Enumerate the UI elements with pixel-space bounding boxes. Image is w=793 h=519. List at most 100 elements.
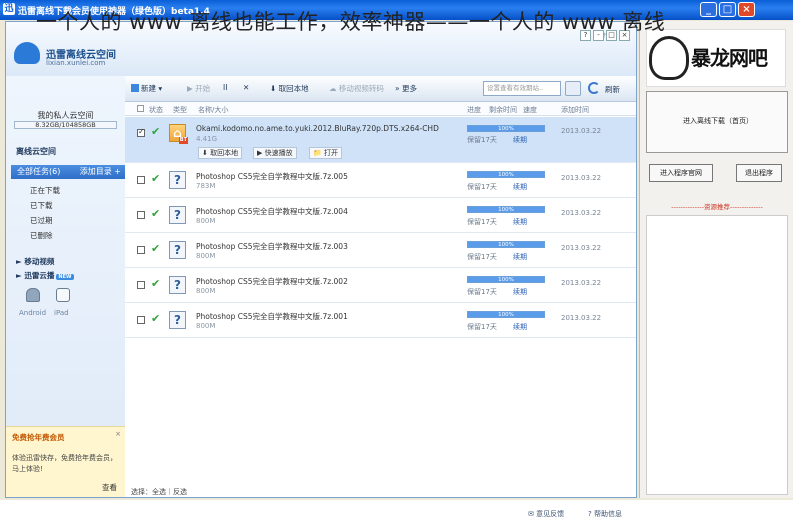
enter-offline-box[interactable]: 进入离线下载（首页） [646, 91, 788, 153]
task-row[interactable]: ✓ ✔ ⌂ BT Okami.kodomo.no.ame.to.yuki.2012… [125, 117, 636, 163]
feedback-link[interactable]: ✉ 意见反馈 [528, 509, 564, 519]
task-row[interactable]: ✔ ? Photoshop CS5完全自学教程中文版.7z.002 800M 1… [125, 268, 636, 303]
task-name[interactable]: Photoshop CS5完全自学教程中文版.7z.001 [196, 311, 348, 322]
task-size: 4.41G [196, 135, 218, 143]
toolbar: 新建 ▾ ▶ 开始 II ✕ ⬇ 取回本地 ☁ 移动视频转码 » 更多 设置查看… [125, 76, 636, 102]
official-site-button[interactable]: 进入程序官网 [649, 164, 713, 182]
app-window: 迅 迅雷离线下载会员使用神器（绿色版）beta1.4 _ □ × 一个人的 ww… [0, 0, 793, 518]
progress-bar: 100% [467, 276, 545, 283]
cafe-logo-text: 暴龙网吧 [691, 46, 768, 70]
start-button[interactable]: ▶ 开始 [187, 83, 210, 94]
renew-link[interactable]: 续期 [513, 287, 527, 297]
task-row[interactable]: ✔ ? Photoshop CS5完全自学教程中文版.7z.003 800M 1… [125, 233, 636, 268]
task-size: 800M [196, 287, 216, 295]
task-size: 800M [196, 217, 216, 225]
new-task-button[interactable]: 新建 ▾ [131, 83, 162, 94]
progress-bar: 100% [467, 311, 545, 318]
renew-link[interactable]: 续期 [513, 322, 527, 332]
search-button[interactable] [565, 81, 581, 96]
select-all-checkbox[interactable] [137, 105, 144, 112]
promo-close-icon[interactable]: × [115, 430, 121, 438]
close-button[interactable]: × [738, 2, 755, 17]
quick-play-action[interactable]: ▶ 快速播放 [253, 147, 297, 159]
fetch-local-action[interactable]: ⬇ 取回本地 [198, 147, 243, 159]
quota-bar: 8.32GB/104858GB [14, 121, 117, 129]
row-checkbox[interactable]: ✓ [137, 127, 145, 137]
task-row[interactable]: ✔ ? Photoshop CS5完全自学教程中文版.7z.001 800M 1… [125, 303, 636, 338]
row-checkbox[interactable] [137, 246, 145, 254]
nav-deleted[interactable]: 已删除 [30, 230, 53, 241]
android-icon[interactable] [26, 288, 40, 302]
col-remain[interactable]: 剩余时间 [489, 105, 517, 115]
nav-downloaded[interactable]: 已下载 [30, 200, 53, 211]
cartoon-icon [649, 36, 689, 80]
fetch-local-button[interactable]: ⬇ 取回本地 [270, 83, 309, 94]
open-action[interactable]: 📁 打开 [309, 147, 342, 159]
exit-button[interactable]: 退出程序 [736, 164, 782, 182]
refresh-button[interactable]: 刷新 [605, 84, 620, 95]
ipad-icon[interactable] [56, 288, 70, 302]
minimize-button[interactable]: _ [700, 2, 717, 17]
nav-mobile-video[interactable]: ► 移动视频 [16, 256, 54, 267]
check-icon: ✔ [151, 312, 161, 325]
new-badge: NEW [56, 274, 74, 280]
progress-bar: 100% [467, 125, 545, 132]
progress-bar: 100% [467, 206, 545, 213]
task-name[interactable]: Photoshop CS5完全自学教程中文版.7z.002 [196, 276, 348, 287]
row-checkbox[interactable] [137, 316, 145, 324]
help-link[interactable]: ? 帮助信息 [588, 509, 622, 519]
added-date: 2013.03.22 [561, 244, 602, 252]
row-checkbox[interactable] [137, 281, 145, 289]
task-row[interactable]: ✔ ? Photoshop CS5完全自学教程中文版.7z.004 800M 1… [125, 198, 636, 233]
select-all-invert[interactable]: 选择：全选｜反选 [131, 487, 187, 497]
user-space-label[interactable]: 我的私人云空间 [6, 110, 125, 121]
unknown-file-icon: ? [169, 311, 186, 329]
task-name[interactable]: Photoshop CS5完全自学教程中文版.7z.005 [196, 171, 348, 182]
nav-offline-space[interactable]: 离线云空间 [16, 146, 56, 157]
task-size: 783M [196, 182, 216, 190]
row-checkbox[interactable] [137, 211, 145, 219]
delete-button[interactable]: ✕ [243, 83, 249, 92]
col-added[interactable]: 添加时间 [561, 105, 589, 115]
col-speed[interactable]: 速度 [523, 105, 537, 115]
add-directory-button[interactable]: 添加目录 + [80, 165, 121, 179]
more-button[interactable]: » 更多 [395, 83, 417, 94]
renew-link[interactable]: 续期 [513, 135, 527, 145]
col-type[interactable]: 类型 [173, 105, 187, 115]
search-input[interactable]: 设置查看有效期站.. [483, 81, 561, 96]
refresh-icon[interactable] [588, 82, 600, 94]
promo-box: 免费抢年费会员 × 体验迅雷快存，免费抢年费会员，马上体验! 查看 [6, 426, 125, 497]
renew-link[interactable]: 续期 [513, 217, 527, 227]
move-video-button[interactable]: ☁ 移动视频转码 [329, 83, 384, 94]
task-name[interactable]: Okami.kodomo.no.ame.to.yuki.2012.BluRay.… [196, 124, 439, 133]
renew-link[interactable]: 续期 [513, 182, 527, 192]
nav-downloading[interactable]: 正在下载 [30, 185, 60, 196]
col-status[interactable]: 状态 [149, 105, 163, 115]
column-header: 状态 类型 名称/大小 进度 剩余时间 速度 添加时间 [125, 102, 636, 116]
cloud-logo-icon [14, 42, 40, 64]
ipad-label: iPad [54, 309, 69, 317]
pause-button[interactable]: II [223, 83, 227, 92]
promo-title: 免费抢年费会员 [12, 433, 65, 442]
col-progress[interactable]: 进度 [467, 105, 481, 115]
task-name[interactable]: Photoshop CS5完全自学教程中文版.7z.004 [196, 206, 348, 217]
added-date: 2013.03.22 [561, 314, 602, 322]
logo-url: lixian.xunlei.com [46, 59, 106, 67]
bt-file-icon: ⌂ BT [169, 124, 188, 144]
check-icon: ✔ [151, 242, 161, 255]
task-name[interactable]: Photoshop CS5完全自学教程中文版.7z.003 [196, 241, 348, 252]
nav-all-tasks[interactable]: 全部任务(6) 添加目录 + [11, 165, 125, 179]
enter-offline-button[interactable]: 进入离线下载（首页） [647, 116, 789, 126]
row-checkbox[interactable] [137, 176, 145, 184]
nav-expired[interactable]: 已过期 [30, 215, 53, 226]
check-icon: ✔ [151, 277, 161, 290]
nav-thunder-play[interactable]: ► 迅雷云播 NEW [16, 270, 74, 281]
task-row[interactable]: ✔ ? Photoshop CS5完全自学教程中文版.7z.005 783M 1… [125, 163, 636, 198]
renew-link[interactable]: 续期 [513, 252, 527, 262]
unknown-file-icon: ? [169, 171, 186, 189]
keep-days: 保留17天 [467, 253, 497, 261]
col-name[interactable]: 名称/大小 [198, 105, 228, 115]
maximize-button[interactable]: □ [719, 2, 736, 17]
launcher-panel: 暴龙网吧 进入离线下载（首页） 进入程序官网 退出程序 ------------… [639, 21, 793, 498]
promo-view-link[interactable]: 查看 [102, 482, 117, 493]
